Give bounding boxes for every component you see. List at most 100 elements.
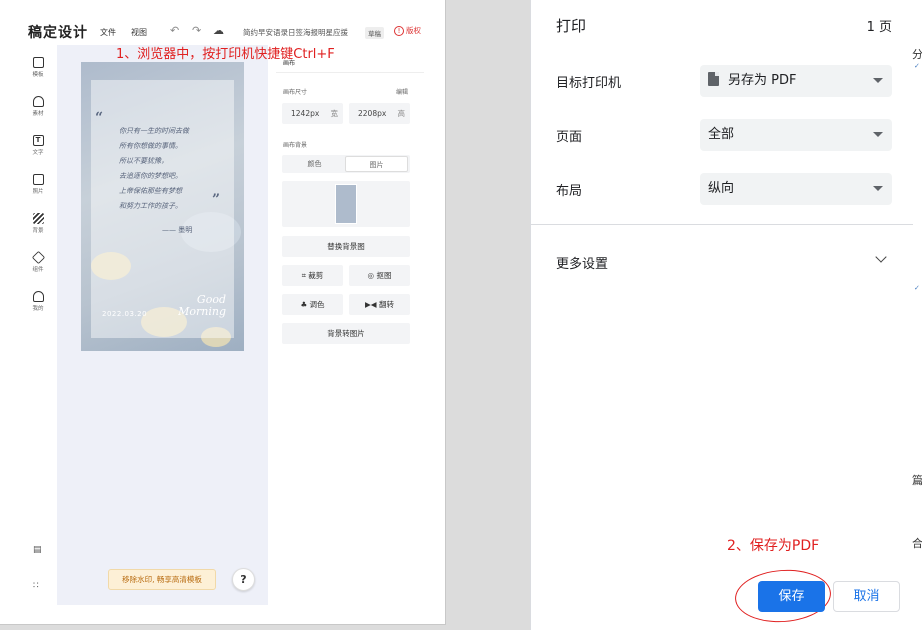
adjust-label: 调色 <box>309 300 325 309</box>
canvas-size-label: 画布尺寸 <box>283 89 308 96</box>
menu-view[interactable]: 视图 <box>131 27 147 38</box>
panel-divider <box>276 72 424 73</box>
close-quote-icon: ” <box>212 192 221 208</box>
draft-badge: 草稿 <box>365 27 384 39</box>
redo-icon[interactable]: ↷ <box>192 24 201 37</box>
grid-menu-icon[interactable]: ∷ <box>33 581 39 591</box>
background-tick: ✓ <box>914 284 920 292</box>
sidebar-item-material[interactable]: 素材 <box>26 96 50 117</box>
edit-size-link[interactable]: 编辑 <box>396 87 408 96</box>
sidebar-label: 组件 <box>32 267 44 273</box>
dialog-title: 打印 <box>556 17 587 35</box>
width-unit: 宽 <box>330 109 339 118</box>
help-button[interactable]: ? <box>232 568 255 591</box>
shapes-icon <box>32 96 44 107</box>
alert-icon: ! <box>394 26 404 36</box>
destination-value: 另存为 PDF <box>728 73 797 88</box>
canvas-height-input[interactable]: 2208px 高 <box>349 103 410 124</box>
preview-page: 稿定设计 文件 视图 ↶ ↷ ☁ 简约早安语录日签海报明星应援 草稿 ! 版权 模… <box>0 0 446 625</box>
bg-type-tabs: 颜色 图片 <box>282 155 410 173</box>
document-title[interactable]: 简约早安语录日签海报明星应援 <box>243 27 348 38</box>
quote-line[interactable]: 所有你想做的事情。 <box>119 141 182 151</box>
cube-icon <box>31 250 45 265</box>
flip-icon: ▶◀ <box>365 300 379 309</box>
quote-line[interactable]: 你只有一生的时间去做 <box>119 126 189 136</box>
print-dialog: 打印 1 页 目标打印机 另存为 PDF 页面 全部 布局 纵向 更多设置 2、… <box>530 0 913 630</box>
layout-label: 布局 <box>556 184 583 199</box>
greeting-line-2: Morning <box>178 305 226 318</box>
cloud-save-icon[interactable]: ☁ <box>213 24 224 37</box>
palette-icon: ♣ <box>300 300 310 309</box>
replace-bg-button[interactable]: 替换背景图 <box>282 236 410 257</box>
open-quote-icon: “ <box>95 110 104 126</box>
pages-label: 页面 <box>556 130 583 145</box>
chevron-down-icon <box>875 251 887 263</box>
annotation-step1: 1、浏览器中，按打印机快捷键Ctrl+F <box>116 47 335 62</box>
height-unit: 高 <box>397 109 406 118</box>
background-icon <box>32 213 44 224</box>
sidebar-label: 我的 <box>32 306 44 312</box>
crop-label: 裁剪 <box>308 271 324 280</box>
adjust-color-button[interactable]: ♣ 调色 <box>282 294 343 315</box>
more-settings-toggle[interactable]: 更多设置 <box>531 244 913 278</box>
cutout-button[interactable]: ◎ 抠图 <box>349 265 410 286</box>
crop-button[interactable]: ⌗ 裁剪 <box>282 265 343 286</box>
dropdown-arrow-icon <box>873 186 883 191</box>
bg-to-image-button[interactable]: 背景转图片 <box>282 323 410 344</box>
sidebar-item-photo[interactable]: 照片 <box>26 174 50 195</box>
destination-label: 目标打印机 <box>556 76 622 91</box>
cancel-button[interactable]: 取消 <box>833 581 900 612</box>
copyright-label: 版权 <box>406 26 421 35</box>
sidebar-label: 文字 <box>32 150 44 156</box>
annotation-step2: 2、保存为PDF <box>727 538 820 554</box>
page-count: 1 页 <box>866 20 892 35</box>
quote-line[interactable]: 和努力工作的孩子。 <box>119 201 182 211</box>
cloud-upload-icon <box>32 291 44 302</box>
canvas-bg-label: 画布背景 <box>283 142 308 149</box>
destination-select[interactable]: 另存为 PDF <box>700 65 892 97</box>
canvas-width-input[interactable]: 1242px 宽 <box>282 103 343 124</box>
width-value: 1242px <box>291 109 320 118</box>
tab-color[interactable]: 颜色 <box>283 156 346 172</box>
remove-watermark-button[interactable]: 移除水印, 畅享高清模板 <box>108 569 216 590</box>
greeting-text[interactable]: Good Morning <box>178 294 226 318</box>
sidebar-item-template[interactable]: 模板 <box>26 57 50 78</box>
image-icon <box>32 174 44 185</box>
quote-line[interactable]: 上帝保佑那些有梦想 <box>119 186 182 196</box>
text-icon: T <box>32 135 44 146</box>
bg-image-preview[interactable] <box>282 181 410 227</box>
menu-file[interactable]: 文件 <box>100 27 116 38</box>
cutout-label: 抠图 <box>376 271 392 280</box>
dropdown-arrow-icon <box>873 78 883 83</box>
sidebar-label: 背景 <box>32 228 44 234</box>
quote-line[interactable]: 去追逐你的梦想吧。 <box>119 171 182 181</box>
pages-value: 全部 <box>708 127 735 142</box>
layers-icon[interactable]: ▤ <box>33 545 42 555</box>
background-tick: ✓ <box>914 62 920 70</box>
background-glyph: 合 <box>912 537 922 550</box>
layout-select[interactable]: 纵向 <box>700 173 892 205</box>
poster-date[interactable]: 2022.03.20 <box>102 310 147 318</box>
sidebar-item-background[interactable]: 背景 <box>26 213 50 234</box>
sidebar-item-mine[interactable]: 我的 <box>26 291 50 312</box>
tab-image[interactable]: 图片 <box>345 156 408 172</box>
sidebar-item-component[interactable]: 组件 <box>26 250 50 273</box>
sidebar-label: 照片 <box>32 189 44 195</box>
flip-button[interactable]: ▶◀ 翻转 <box>349 294 410 315</box>
undo-icon[interactable]: ↶ <box>170 24 179 37</box>
background-glyph: 篇 <box>912 474 922 487</box>
copyright-link[interactable]: ! 版权 <box>394 25 421 36</box>
poster-canvas[interactable]: “ 你只有一生的时间去做 所有你想做的事情。 所以不要犹豫， 去追逐你的梦想吧。… <box>81 62 244 351</box>
flip-label: 翻转 <box>378 300 394 309</box>
pages-select[interactable]: 全部 <box>700 119 892 151</box>
layout-value: 纵向 <box>708 181 735 196</box>
more-settings-label: 更多设置 <box>556 257 609 272</box>
dropdown-arrow-icon <box>873 132 883 137</box>
brand-logo: 稿定设计 <box>28 25 88 41</box>
save-button[interactable]: 保存 <box>758 581 825 612</box>
sidebar-item-text[interactable]: T 文字 <box>26 135 50 156</box>
bg-thumbnail <box>335 184 357 224</box>
quote-author[interactable]: —— 墨明 <box>162 225 192 235</box>
quote-line[interactable]: 所以不要犹豫， <box>119 156 168 166</box>
height-value: 2208px <box>358 109 387 118</box>
